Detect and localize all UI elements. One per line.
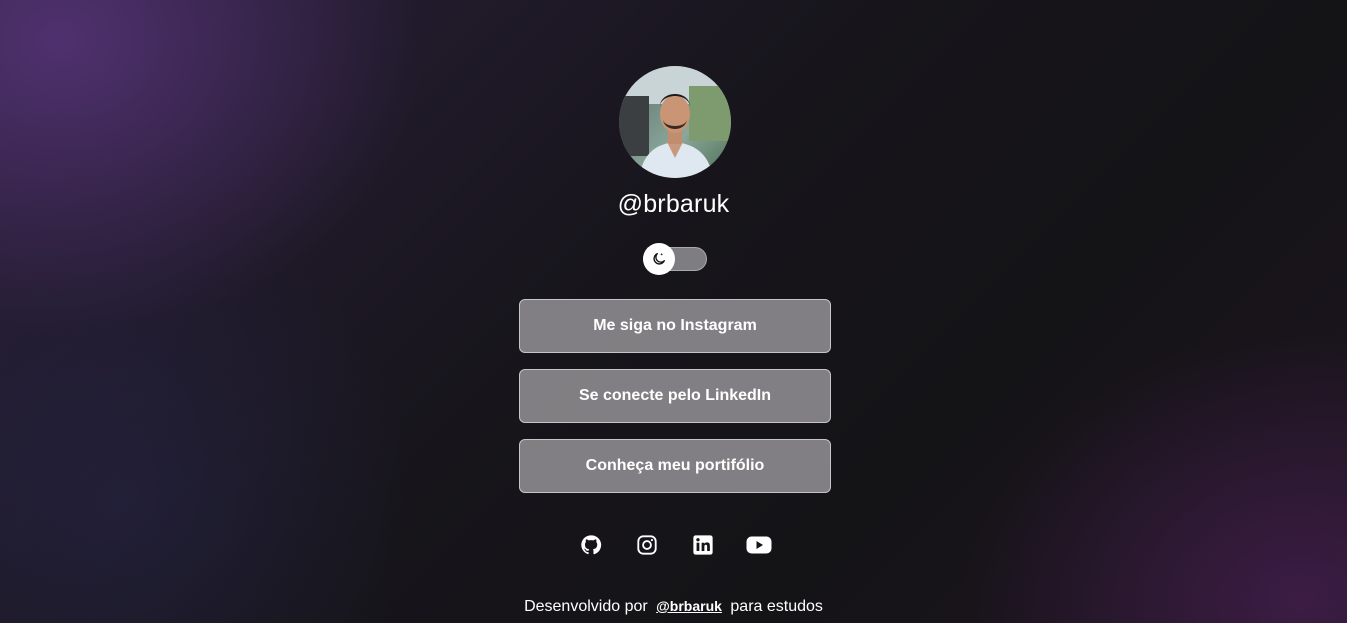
toggle-knob[interactable] (643, 243, 675, 275)
footer-suffix: para estudos (730, 598, 823, 615)
youtube-icon (746, 536, 772, 554)
link-list: Me siga no Instagram Se conecte pelo Lin… (519, 299, 831, 509)
page: @brbaruk Me siga no Instagram Se conecte… (0, 0, 1347, 623)
github-icon (581, 535, 602, 555)
social-icons (575, 530, 775, 560)
instagram-link-button[interactable]: Me siga no Instagram (519, 299, 831, 353)
moon-icon (653, 253, 665, 265)
footer: Desenvolvido por @brbaruk para estudos (0, 598, 1347, 616)
portfolio-link-button[interactable]: Conheça meu portifólio (519, 439, 831, 493)
linkedin-icon (693, 535, 713, 555)
profile-photo-icon (619, 66, 731, 178)
footer-author-link[interactable]: @brbaruk (656, 598, 722, 614)
linkedin-link-button[interactable]: Se conecte pelo LinkedIn (519, 369, 831, 423)
linkedin-link[interactable] (687, 530, 719, 560)
profile-handle: @brbaruk (617, 190, 730, 218)
youtube-link[interactable] (743, 530, 775, 560)
footer-prefix: Desenvolvido por (524, 598, 648, 615)
theme-toggle[interactable] (643, 243, 707, 275)
avatar (619, 66, 731, 178)
instagram-icon (637, 535, 657, 555)
github-link[interactable] (575, 530, 607, 560)
instagram-link[interactable] (631, 530, 663, 560)
